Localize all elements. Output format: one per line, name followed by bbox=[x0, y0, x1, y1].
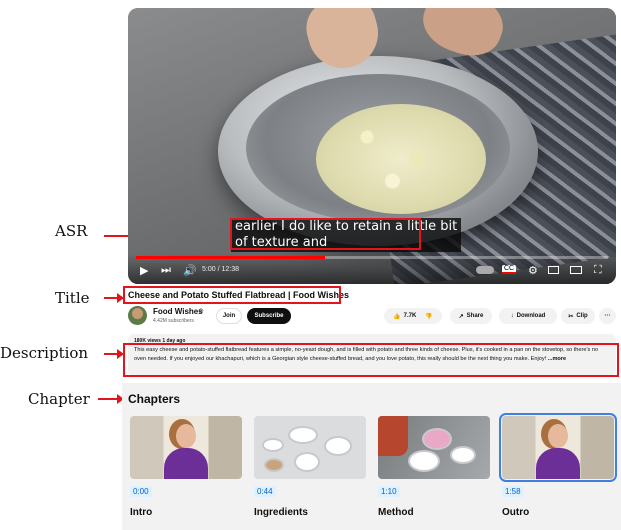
description-highlight-box bbox=[123, 343, 619, 377]
download-button[interactable]: ↓ Download bbox=[499, 308, 557, 324]
chapter-title: Outro bbox=[502, 507, 530, 518]
chapter-thumbnail bbox=[378, 416, 490, 479]
next-icon[interactable]: ⏭ bbox=[161, 264, 171, 277]
asr-annotation-label: ASR bbox=[55, 222, 88, 240]
play-icon[interactable]: ▶ bbox=[140, 264, 148, 277]
scissors-icon: ✂ bbox=[568, 313, 574, 320]
share-label: Share bbox=[466, 313, 484, 319]
chapter-card[interactable]: 0:00 Intro bbox=[130, 416, 242, 518]
channel-avatar[interactable] bbox=[128, 306, 147, 325]
channel-name[interactable]: Food Wishes bbox=[153, 307, 203, 316]
progress-played bbox=[136, 256, 325, 259]
title-highlight-box bbox=[123, 286, 341, 304]
description-annotation-arrow bbox=[104, 349, 124, 359]
join-button[interactable]: Join bbox=[216, 308, 242, 324]
chapter-timestamp[interactable]: 0:44 bbox=[254, 486, 276, 497]
time-display: 5:00 / 12:38 bbox=[202, 266, 239, 273]
chapter-title: Intro bbox=[130, 507, 153, 518]
theater-mode-icon[interactable] bbox=[570, 266, 582, 274]
like-dislike-group[interactable]: 👍 7.7K 👎 bbox=[384, 308, 442, 324]
chapter-thumbnail bbox=[254, 416, 366, 479]
thumbs-down-icon[interactable]: 👎 bbox=[425, 313, 432, 320]
like-count: 7.7K bbox=[403, 313, 417, 319]
fullscreen-icon[interactable]: ⛶ bbox=[594, 264, 602, 277]
chapter-card-selected[interactable]: 1:58 Outro bbox=[499, 413, 617, 518]
share-arrow-icon: ↗ bbox=[458, 313, 464, 320]
settings-gear-icon[interactable]: ⚙ bbox=[528, 264, 538, 277]
chapter-timestamp[interactable]: 1:10 bbox=[378, 486, 400, 497]
chapter-timestamp[interactable]: 1:58 bbox=[502, 486, 524, 497]
clip-label: Clip bbox=[576, 313, 588, 319]
progress-bar[interactable] bbox=[136, 256, 608, 259]
share-button[interactable]: ↗ Share bbox=[450, 308, 492, 324]
more-options-button[interactable]: ··· bbox=[599, 308, 616, 324]
player-controls: ▶ ⏭ 🔊 5:00 / 12:38 CC ⚙ ⛶ bbox=[128, 254, 616, 284]
chapter-title: Ingredients bbox=[254, 507, 308, 518]
subscriber-count: 4.42M subscribers bbox=[153, 318, 194, 324]
title-annotation-arrow bbox=[104, 293, 124, 303]
download-icon: ↓ bbox=[510, 313, 514, 319]
captions-icon[interactable]: CC bbox=[502, 265, 517, 274]
chapter-title: Method bbox=[378, 507, 414, 518]
chapter-thumbnail bbox=[130, 416, 242, 479]
chapter-thumbnail bbox=[499, 413, 617, 482]
miniplayer-icon[interactable] bbox=[548, 266, 559, 274]
chapter-card[interactable]: 0:44 Ingredients bbox=[254, 416, 366, 518]
autoplay-toggle-icon[interactable] bbox=[476, 266, 494, 274]
volume-icon[interactable]: 🔊 bbox=[183, 264, 197, 277]
thumbs-up-icon[interactable]: 👍 bbox=[393, 313, 400, 320]
verified-icon: ⊙ bbox=[198, 308, 204, 315]
subscribe-button[interactable]: Subscribe bbox=[247, 308, 291, 324]
title-annotation-label: Title bbox=[55, 289, 90, 307]
description-annotation-label: Description bbox=[0, 344, 89, 362]
chapter-timestamp[interactable]: 0:00 bbox=[130, 486, 152, 497]
chapter-card[interactable]: 1:10 Method bbox=[378, 416, 490, 518]
chapter-annotation-label: Chapter bbox=[28, 390, 90, 408]
clip-button[interactable]: ✂ Clip bbox=[561, 308, 595, 324]
download-label: Download bbox=[516, 313, 546, 319]
asr-highlight-box bbox=[230, 218, 421, 250]
chapters-heading: Chapters bbox=[128, 392, 181, 406]
potato-filling bbox=[316, 104, 486, 214]
chapter-annotation-arrow bbox=[98, 394, 124, 404]
